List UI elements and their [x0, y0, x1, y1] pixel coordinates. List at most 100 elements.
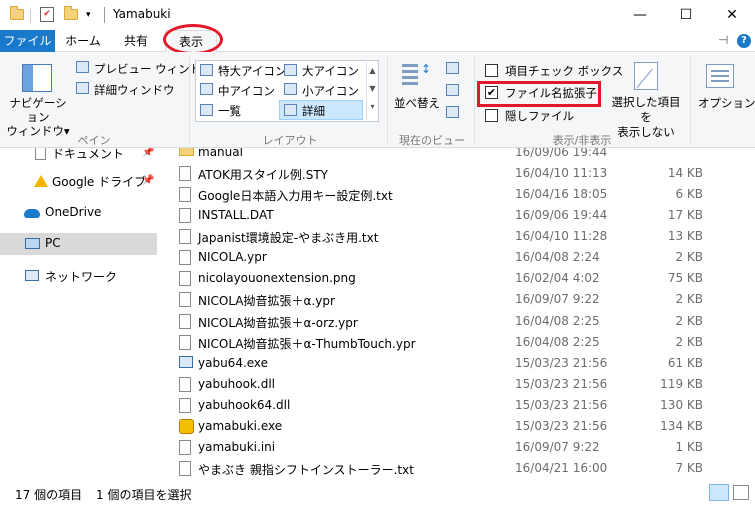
- file-row[interactable]: NICOLA拗音拡張＋α-ThumbTouch.ypr 16/04/08 2:25…: [160, 332, 755, 353]
- group-by-icon[interactable]: [446, 62, 459, 74]
- file-size: 7 KB: [675, 461, 703, 476]
- dll-icon: [179, 376, 191, 392]
- divider: [104, 7, 105, 23]
- layout-list[interactable]: 一覧: [218, 103, 241, 119]
- file-row[interactable]: INSTALL.DAT 16/09/06 19:44 17 KB: [160, 205, 755, 226]
- medium-icons-icon: [200, 83, 213, 95]
- file-name: manual: [198, 148, 243, 159]
- file-size: 134 KB: [660, 418, 703, 433]
- layout-small-icons[interactable]: 小アイコン: [302, 83, 359, 99]
- options-button[interactable]: オプション: [698, 95, 755, 111]
- file-name: Japanist環境設定-やまぶき用.txt: [198, 231, 379, 246]
- file-name: yamabuki.ini: [198, 439, 276, 454]
- navigation-pane-icon[interactable]: [22, 64, 52, 92]
- hidden-items-checkbox[interactable]: [485, 109, 498, 122]
- file-size: 75 KB: [667, 271, 703, 286]
- minimize-button[interactable]: —: [617, 0, 663, 30]
- nav-item-label: PC: [45, 236, 61, 250]
- options-icon[interactable]: [706, 64, 734, 88]
- pin-ribbon-icon[interactable]: ⊣: [718, 33, 728, 47]
- layout-extra-large-icons[interactable]: 特大アイコン: [218, 63, 286, 79]
- customize-quick-access-dropdown[interactable]: ▾: [86, 10, 91, 20]
- divider: [30, 9, 31, 23]
- file-row[interactable]: nicolayouonextension.png 16/02/04 4:02 75 …: [160, 268, 755, 289]
- file-row[interactable]: manual 16/09/06 19:44: [160, 148, 755, 163]
- file-icon: [179, 250, 191, 266]
- layout-large-icons[interactable]: 大アイコン: [302, 63, 359, 79]
- window-title: Yamabuki: [113, 7, 171, 21]
- nav-item-onedrive[interactable]: OneDrive: [0, 202, 157, 224]
- file-name: nicolayouonextension.png: [198, 271, 356, 286]
- help-icon[interactable]: ?: [737, 34, 751, 48]
- file-size: 17 KB: [667, 208, 703, 223]
- file-row[interactable]: Google日本語入力用キー設定例.txt 16/04/16 18:05 6 KB: [160, 184, 755, 205]
- file-name: INSTALL.DAT: [198, 208, 274, 223]
- layout-gallery-scroll[interactable]: ▲ ▼ ▾: [366, 62, 378, 120]
- size-columns-icon[interactable]: [446, 106, 459, 118]
- file-extensions-highlight-box: [477, 81, 601, 107]
- file-date: 16/09/07 9:22: [515, 292, 600, 307]
- file-row[interactable]: NICOLA拗音拡張＋α-orz.ypr 16/04/08 2:25 2 KB: [160, 311, 755, 332]
- navigation-pane: ドキュメント 📌 Google ドライブ 📌 OneDrive PC ネットワー…: [0, 148, 157, 478]
- details-view-icon[interactable]: [709, 484, 729, 501]
- file-icon: [179, 334, 191, 350]
- pin-icon[interactable]: 📌: [142, 175, 154, 186]
- layout-medium-icons[interactable]: 中アイコン: [218, 83, 275, 99]
- file-size: 6 KB: [675, 187, 703, 202]
- file-date: 16/04/10 11:13: [515, 166, 608, 181]
- file-row[interactable]: NICOLA.ypr 16/04/08 2:24 2 KB: [160, 247, 755, 268]
- file-date: 16/04/08 2:24: [515, 250, 600, 265]
- details-pane-icon: [76, 82, 89, 94]
- properties-icon[interactable]: ✔: [40, 7, 54, 22]
- file-row[interactable]: NICOLA拗音拡張＋α.ypr 16/09/07 9:22 2 KB: [160, 289, 755, 310]
- pin-icon[interactable]: 📌: [142, 148, 154, 158]
- divider: [189, 56, 190, 144]
- close-button[interactable]: ✕: [709, 0, 755, 30]
- network-icon: [25, 270, 39, 281]
- file-date: 15/03/23 21:56: [515, 376, 608, 391]
- details-pane-button[interactable]: 詳細ウィンドウ: [94, 82, 175, 98]
- maximize-button[interactable]: ☐: [663, 0, 709, 30]
- file-name: yabuhook64.dll: [198, 397, 291, 412]
- file-row[interactable]: yamabuki.ini 16/09/07 9:22 1 KB: [160, 437, 755, 458]
- file-size: 61 KB: [667, 355, 703, 370]
- panes-group-label: ペイン: [77, 134, 111, 147]
- large-icons-view-icon[interactable]: [733, 485, 749, 500]
- documents-icon: [35, 148, 46, 160]
- file-row[interactable]: yamabuki.exe 15/03/23 21:56 134 KB: [160, 416, 755, 437]
- file-name: NICOLA拗音拡張＋α-orz.ypr: [198, 315, 358, 330]
- hidden-items-label: 隠しファイル: [505, 109, 574, 123]
- item-checkboxes-checkbox[interactable]: [485, 64, 498, 77]
- file-date: 16/04/08 2:25: [515, 313, 600, 328]
- file-date: 16/04/21 16:00: [515, 461, 608, 476]
- file-row[interactable]: ATOK用スタイル例.STY 16/04/10 11:13 14 KB: [160, 163, 755, 184]
- divider: [690, 56, 691, 144]
- file-name: NICOLA拗音拡張＋α-ThumbTouch.ypr: [198, 336, 416, 351]
- nav-item-google-drive[interactable]: Google ドライブ 📌: [0, 170, 157, 192]
- file-row[interactable]: yabuhook64.dll 15/03/23 21:56 130 KB: [160, 395, 755, 416]
- sort-by-icon[interactable]: ↕: [400, 62, 431, 90]
- tab-home[interactable]: ホーム: [59, 30, 107, 52]
- nav-item-documents[interactable]: ドキュメント 📌: [0, 148, 157, 164]
- file-row[interactable]: Japanist環境設定-やまぶき用.txt 16/04/10 11:28 13 K…: [160, 226, 755, 247]
- nav-item-pc[interactable]: PC: [0, 233, 157, 255]
- google-drive-icon: [34, 175, 48, 187]
- list-icon: [200, 104, 213, 116]
- file-name: NICOLA拗音拡張＋α.ypr: [198, 294, 335, 309]
- file-row[interactable]: yabu64.exe 15/03/23 21:56 61 KB: [160, 353, 755, 374]
- file-size: 14 KB: [667, 166, 703, 181]
- hide-selected-items-icon[interactable]: [634, 62, 658, 90]
- file-date: 16/02/04 4:02: [515, 271, 600, 286]
- nav-item-network[interactable]: ネットワーク: [0, 265, 157, 287]
- add-columns-icon[interactable]: [446, 84, 459, 96]
- pc-icon: [25, 238, 40, 249]
- tab-file[interactable]: ファイル: [0, 30, 55, 52]
- sort-by-button[interactable]: 並べ替え: [394, 95, 440, 111]
- new-folder-icon[interactable]: [64, 6, 78, 20]
- tab-share[interactable]: 共有: [113, 30, 159, 52]
- file-row[interactable]: やまぶき 親指シフトインストーラー.txt 16/04/21 16:00 7 KB: [160, 458, 755, 478]
- file-size: 119 KB: [660, 376, 703, 391]
- file-row[interactable]: yabuhook.dll 15/03/23 21:56 119 KB: [160, 374, 755, 395]
- ini-file-icon: [179, 439, 191, 455]
- layout-details[interactable]: 詳細: [302, 103, 325, 119]
